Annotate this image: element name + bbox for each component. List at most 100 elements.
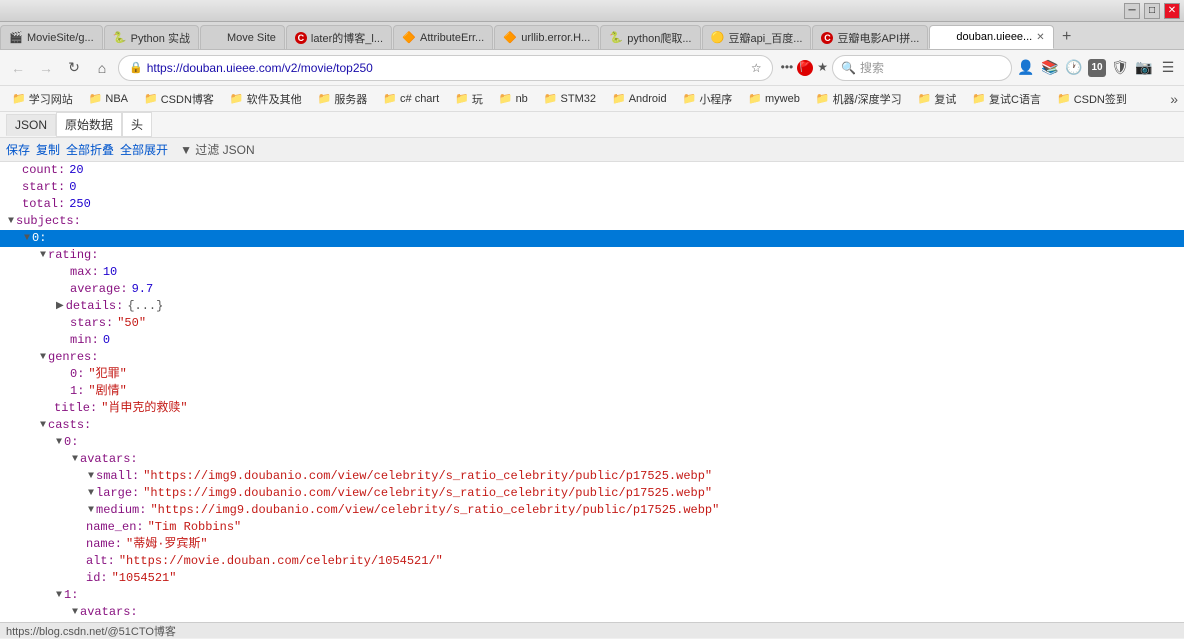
tab-python[interactable]: 🐍Python 实战: [104, 25, 199, 49]
bookmark-8[interactable]: 📁STM32: [538, 90, 602, 107]
bookmark-label-4: 服务器: [334, 91, 367, 107]
json-toggle-3[interactable]: ▼: [8, 213, 14, 230]
bookmark-6[interactable]: 📁玩: [449, 89, 489, 109]
json-action-1[interactable]: 复制: [36, 141, 60, 158]
tab-moviesite[interactable]: 🎬MovieSite/g...: [0, 25, 103, 49]
tab-movesite[interactable]: Move Site: [200, 25, 285, 49]
tab-douban1[interactable]: 🟡 豆瓣api_百度...: [702, 25, 812, 49]
forward-button[interactable]: →: [34, 56, 58, 80]
collections-icon[interactable]: 📚: [1040, 58, 1060, 78]
extra-url-icons: ••• 🚩 ★: [781, 60, 828, 76]
json-action-0[interactable]: 保存: [6, 141, 30, 158]
status-bar: https://blog.csdn.net/@51CTO博客: [0, 622, 1184, 638]
bookmark-1[interactable]: 📁NBA: [83, 90, 134, 107]
bookmark-icon-14: 📁: [972, 92, 986, 105]
json-toggle-5[interactable]: ▼: [40, 247, 46, 264]
translate-icon[interactable]: ★: [817, 60, 828, 76]
tab-favicon-douban1: 🟡: [711, 31, 725, 45]
bookmark-label-14: 复试C语言: [989, 91, 1041, 107]
json-action-bar: 保存复制全部折叠全部展开 ▼ 过滤 JSON: [0, 138, 1184, 162]
json-content[interactable]: count: 20start: 0total: 250▼subjects: ▼0…: [0, 162, 1184, 622]
back-button[interactable]: ←: [6, 56, 30, 80]
tab-urllib[interactable]: 🔶urllib.error.H...: [494, 25, 599, 49]
maximize-button[interactable]: □: [1144, 3, 1160, 19]
bookmark-7[interactable]: 📁nb: [493, 90, 534, 107]
json-toggle-16[interactable]: ▼: [56, 434, 62, 451]
json-key-15: casts:: [48, 417, 91, 434]
bookmark-13[interactable]: 📁复试: [912, 89, 963, 109]
tab-later[interactable]: Clater的博客_l...: [286, 25, 392, 49]
json-toggle-4[interactable]: ▼: [24, 230, 30, 247]
json-value-0: 20: [69, 162, 83, 179]
json-tab-0[interactable]: JSON: [6, 114, 56, 136]
json-action-2[interactable]: 全部折叠: [66, 141, 114, 158]
tab-doubanapi[interactable]: C豆瓣电影API拼...: [812, 25, 928, 49]
camera-icon[interactable]: 📷: [1134, 58, 1154, 78]
bookmark-12[interactable]: 📁机器/深度学习: [810, 89, 908, 109]
bookmark-15[interactable]: 📁CSDN签到: [1051, 89, 1133, 109]
bookmark-label-2: CSDN博客: [161, 91, 214, 107]
json-toggle-25[interactable]: ▼: [56, 587, 62, 604]
bookmark-0[interactable]: 📁学习网站: [6, 89, 79, 109]
bookmark-icon-12: 📁: [816, 92, 830, 105]
minimize-button[interactable]: ─: [1124, 3, 1140, 19]
bookmark-label-1: NBA: [105, 93, 128, 105]
json-indent-7: [4, 281, 56, 298]
json-action-3[interactable]: 全部展开: [120, 141, 168, 158]
bookmark-icon-13: 📁: [918, 92, 932, 105]
json-toggle-8[interactable]: ▶: [56, 298, 64, 315]
tab-close-douban2[interactable]: ✕: [1036, 32, 1044, 43]
json-indent-23: [4, 553, 72, 570]
bookmark-5[interactable]: 📁c# chart: [377, 90, 445, 107]
json-indent-20: [4, 502, 88, 519]
title-bar: ─ □ ✕: [0, 0, 1184, 22]
tab-pycharm[interactable]: 🐍python爬取...: [600, 25, 700, 49]
json-tab-1[interactable]: 原始数据: [56, 112, 122, 137]
bookmark-icon-10: 📁: [683, 92, 697, 105]
json-toggle-18[interactable]: ▼: [88, 468, 94, 485]
tab-attrerr[interactable]: 🔶AttributeErr...: [393, 25, 493, 49]
search-bar[interactable]: 🔍 搜索: [832, 55, 1012, 81]
profile-icon[interactable]: 👤: [1016, 58, 1036, 78]
json-key-14: title:: [54, 400, 97, 417]
close-button[interactable]: ✕: [1164, 3, 1180, 19]
json-value-8: {...}: [127, 298, 163, 315]
bookmark-icon-5: 📁: [383, 92, 397, 105]
filter-json-button[interactable]: ▼ 过滤 JSON: [180, 141, 255, 158]
tab-label-douban1: 豆瓣api_百度...: [729, 30, 803, 46]
bookmark-9[interactable]: 📁Android: [606, 90, 673, 107]
json-indent-22: [4, 536, 72, 553]
bookmark-10[interactable]: 📁小程序: [677, 89, 739, 109]
bookmark-4[interactable]: 📁服务器: [312, 89, 374, 109]
bookmark-14[interactable]: 📁复试C语言: [966, 89, 1047, 109]
json-toggle-19[interactable]: ▼: [88, 485, 94, 502]
bookmarks-overflow-button[interactable]: »: [1170, 91, 1178, 107]
bookmark-label-13: 复试: [934, 91, 956, 107]
json-line-6: max: 10: [0, 264, 1184, 281]
bookmark-11[interactable]: 📁myweb: [742, 90, 806, 107]
json-key-1: start:: [22, 179, 65, 196]
reload-button[interactable]: ↻: [62, 56, 86, 80]
tab-douban2[interactable]: douban.uieee...✕: [929, 25, 1053, 49]
new-tab-button[interactable]: +: [1055, 25, 1079, 49]
home-button[interactable]: ⌂: [90, 56, 114, 80]
json-toggle-15[interactable]: ▼: [40, 417, 46, 434]
json-indent-18: [4, 468, 88, 485]
bookmark-2[interactable]: 📁CSDN博客: [138, 89, 220, 109]
json-tab-2[interactable]: 头: [122, 112, 152, 137]
json-toggle-26[interactable]: ▼: [72, 604, 78, 621]
url-bar[interactable]: 🔒 https://douban.uieee.com/v2/movie/top2…: [118, 55, 773, 81]
bookmark-label-12: 机器/深度学习: [833, 91, 902, 107]
json-toggle-17[interactable]: ▼: [72, 451, 78, 468]
shield-icon[interactable]: 🛡: [1110, 58, 1130, 78]
bookmark-star-icon[interactable]: ☆: [751, 61, 762, 75]
json-value-24: "1054521": [112, 570, 177, 587]
json-line-5: ▼rating:: [0, 247, 1184, 264]
menu-icon[interactable]: ☰: [1158, 58, 1178, 78]
json-toggle-11[interactable]: ▼: [40, 349, 46, 366]
bookmark-icon-2: 📁: [144, 92, 158, 105]
more-icon[interactable]: •••: [781, 60, 794, 76]
history-icon[interactable]: 🕐: [1064, 58, 1084, 78]
json-toggle-20[interactable]: ▼: [88, 502, 94, 519]
bookmark-3[interactable]: 📁软件及其他: [224, 89, 308, 109]
